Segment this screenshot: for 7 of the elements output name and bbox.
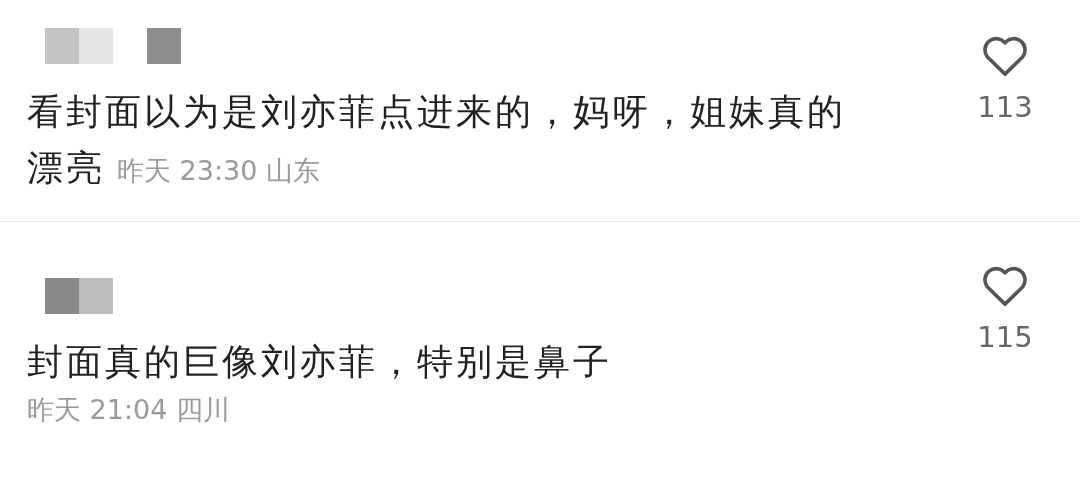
- comment-text: 封面真的巨像刘亦菲，特别是鼻子: [27, 340, 612, 384]
- comment-meta: 昨天 21:04 四川: [27, 393, 230, 427]
- comment-text: 漂亮: [27, 146, 105, 190]
- like-count: 113: [977, 89, 1033, 126]
- comment-meta: 昨天 23:30 山东: [117, 154, 320, 188]
- like-count: 115: [977, 319, 1033, 356]
- comment-text: 看封面以为是刘亦菲点进来的，妈呀，姐妹真的: [27, 90, 846, 134]
